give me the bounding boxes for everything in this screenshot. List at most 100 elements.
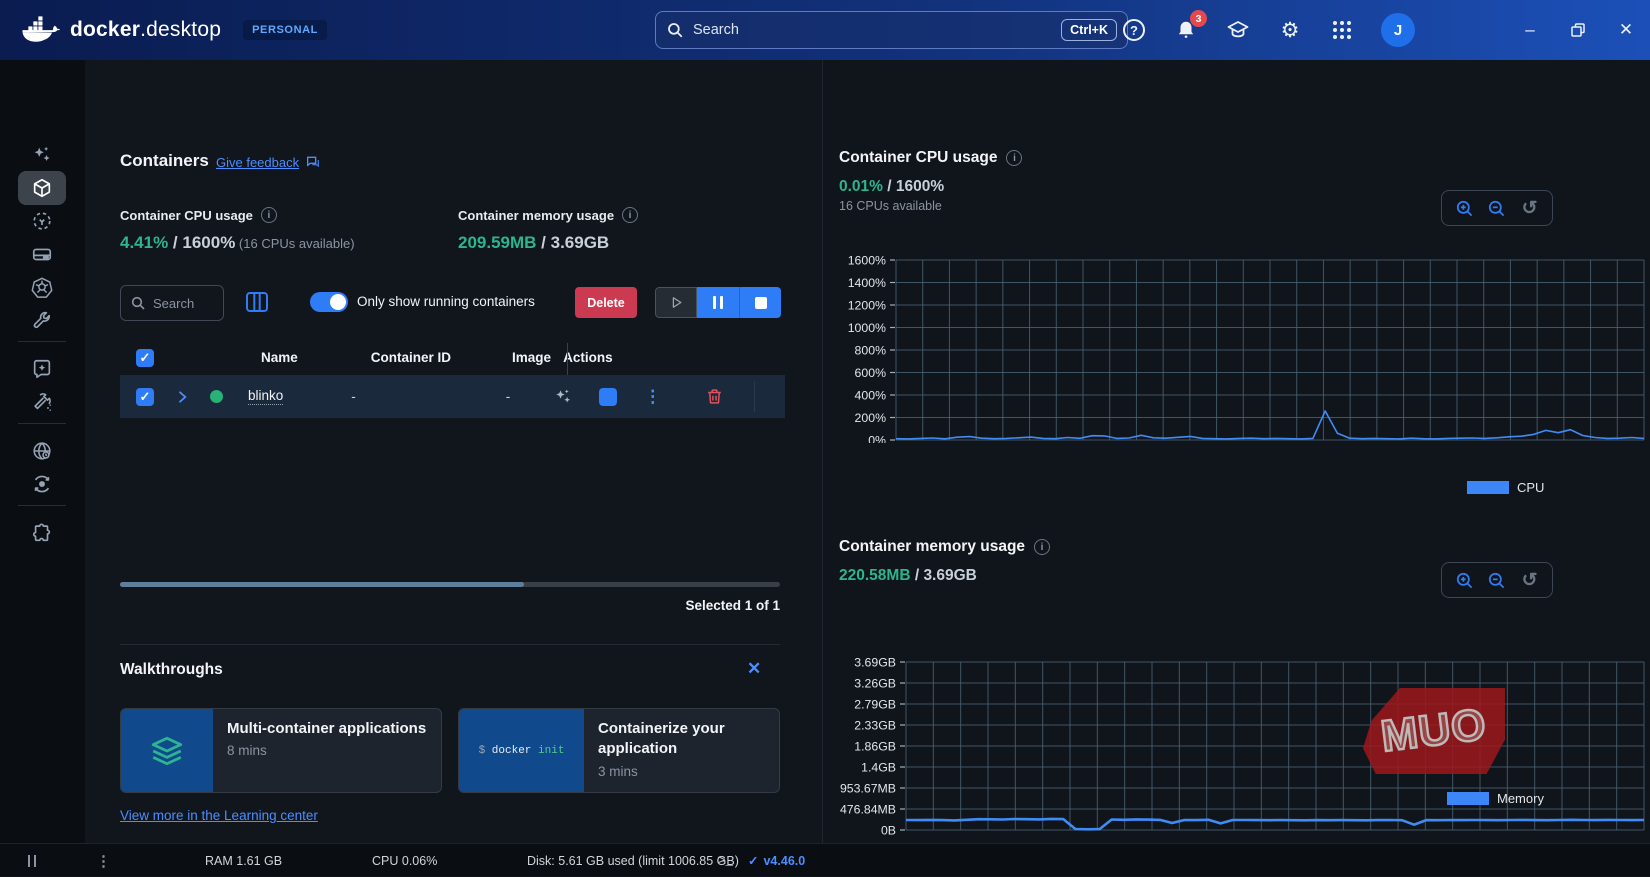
card-art: $ docker init — [459, 709, 584, 792]
ram-status: RAM 1.61 GB — [205, 844, 282, 877]
notifications-button[interactable]: 3 — [1173, 17, 1199, 43]
globe-icon — [31, 440, 53, 462]
actions-divider — [754, 381, 755, 412]
info-icon[interactable]: i — [261, 207, 277, 223]
hammer-icon — [31, 391, 53, 413]
window-minimize-button[interactable]: – — [1506, 0, 1554, 60]
pause-button[interactable] — [697, 287, 739, 318]
row-checkbox[interactable]: ✓ — [136, 388, 154, 406]
wrench-icon — [31, 309, 53, 331]
terminal-button[interactable]: >_ — [718, 844, 733, 877]
card-duration: 8 mins — [227, 743, 426, 758]
zoom-in-button[interactable] — [1454, 570, 1474, 590]
sidebar-item-images[interactable] — [18, 204, 66, 238]
running-only-toggle[interactable] — [310, 292, 348, 312]
vertical-bars-icon — [28, 855, 36, 867]
zoom-in-button[interactable] — [1454, 198, 1474, 218]
memory-chart-zoom-controls: ↺ — [1441, 562, 1553, 598]
layers-icon — [149, 735, 185, 767]
restore-icon — [1571, 23, 1585, 37]
window-close-button[interactable]: ✕ — [1602, 0, 1650, 60]
sidebar-divider — [18, 423, 66, 424]
containers-icon — [31, 177, 53, 199]
column-settings-button[interactable] — [245, 291, 269, 315]
sidebar-item-volumes[interactable] — [18, 237, 66, 271]
docker-brand: docker.desktop PERSONAL — [20, 16, 327, 45]
info-icon[interactable]: i — [1034, 539, 1050, 555]
sidebar-item-scout[interactable] — [18, 352, 66, 386]
settings-button[interactable]: ⚙ — [1277, 17, 1303, 43]
sidebar-item-dev-tools[interactable] — [18, 303, 66, 337]
avatar[interactable]: J — [1381, 13, 1415, 47]
reset-icon: ↺ — [1522, 197, 1538, 220]
svg-text:2.79GB: 2.79GB — [854, 698, 896, 712]
kubernetes-icon — [31, 276, 53, 298]
learning-center-button[interactable] — [1225, 17, 1251, 43]
sidebar-item-containers[interactable] — [18, 171, 66, 205]
svg-text:800%: 800% — [855, 344, 887, 358]
chevron-right-icon[interactable] — [174, 389, 190, 405]
selection-count: Selected 1 of 1 — [120, 598, 780, 613]
sidebar-item-hub[interactable] — [18, 434, 66, 468]
container-search-input[interactable] — [153, 296, 211, 311]
card-title: Containerize your application — [598, 719, 765, 760]
reset-zoom-button[interactable]: ↺ — [1520, 570, 1540, 590]
zoom-out-button[interactable] — [1487, 570, 1507, 590]
card-duration: 3 mins — [598, 764, 765, 779]
start-button[interactable] — [655, 287, 697, 318]
give-feedback-link[interactable]: Give feedback — [216, 154, 321, 170]
walkthrough-card-containerize[interactable]: $ docker init Containerize your applicat… — [458, 708, 780, 793]
graduation-cap-icon — [1226, 18, 1250, 42]
table-header: ✓ Name Container ID Image Actions — [120, 341, 785, 374]
sidebar-item-extensions[interactable] — [18, 516, 66, 550]
reset-zoom-button[interactable]: ↺ — [1520, 198, 1540, 218]
svg-text:0%: 0% — [868, 434, 886, 444]
sidebar-item-builds[interactable] — [18, 385, 66, 419]
svg-text:600%: 600% — [855, 366, 887, 380]
memory-legend-label: Memory — [1497, 791, 1544, 806]
stop-action-button[interactable] — [599, 388, 617, 406]
delete-button[interactable]: Delete — [575, 287, 637, 318]
column-header-name: Name — [261, 350, 298, 365]
walkthrough-card-multi-container[interactable]: Multi-container applications 8 mins — [120, 708, 442, 793]
help-button[interactable]: ? — [1121, 17, 1147, 43]
check-icon: ✓ — [140, 389, 151, 405]
table-row[interactable]: ✓ blinko - - ⋮ — [120, 375, 785, 418]
panel-toggle-button[interactable] — [28, 844, 36, 877]
svg-text:1200%: 1200% — [848, 299, 886, 313]
version-status[interactable]: ✓ v4.46.0 — [748, 844, 805, 877]
window-restore-button[interactable] — [1554, 0, 1602, 60]
sidebar-item-environments[interactable] — [18, 467, 66, 501]
sidebar-item-gordon[interactable] — [18, 138, 66, 172]
horizontal-scrollbar[interactable] — [120, 582, 780, 587]
container-search-box[interactable] — [120, 285, 224, 321]
cpu-chart-title: Container CPU usagei — [839, 149, 1022, 167]
sidebar-item-kubernetes[interactable] — [18, 270, 66, 304]
svg-text:953.67MB: 953.67MB — [840, 782, 896, 796]
app-title: docker.desktop — [70, 18, 221, 42]
row-menu-button[interactable]: ⋮ — [644, 387, 661, 407]
sidebar — [0, 60, 85, 843]
learning-center-link[interactable]: View more in the Learning center — [120, 808, 318, 823]
statusbar-menu-button[interactable]: ⋮ — [96, 844, 111, 877]
walkthroughs-close-button[interactable]: ✕ — [747, 659, 761, 679]
container-name-link[interactable]: blinko — [248, 388, 283, 405]
disk-status: Disk: 5.61 GB used (limit 1006.85 GB) — [527, 844, 739, 877]
apps-grid-button[interactable] — [1329, 17, 1355, 43]
volumes-icon — [31, 243, 53, 265]
plan-badge: PERSONAL — [243, 20, 327, 40]
trash-icon[interactable] — [705, 387, 724, 406]
toggle-knob — [330, 294, 346, 310]
global-search-input[interactable] — [693, 22, 1061, 38]
scrollbar-thumb[interactable] — [120, 582, 524, 587]
scout-icon — [31, 358, 53, 380]
ask-gordon-action-icon[interactable] — [553, 387, 573, 407]
global-search[interactable]: Ctrl+K — [655, 11, 1128, 49]
stop-button[interactable] — [739, 287, 781, 318]
select-all-checkbox[interactable]: ✓ — [136, 349, 154, 367]
cpu-status: CPU 0.06% — [372, 844, 437, 877]
info-icon[interactable]: i — [622, 207, 638, 223]
zoom-out-button[interactable] — [1487, 198, 1507, 218]
info-icon[interactable]: i — [1006, 150, 1022, 166]
memory-legend: Memory — [1447, 791, 1544, 806]
